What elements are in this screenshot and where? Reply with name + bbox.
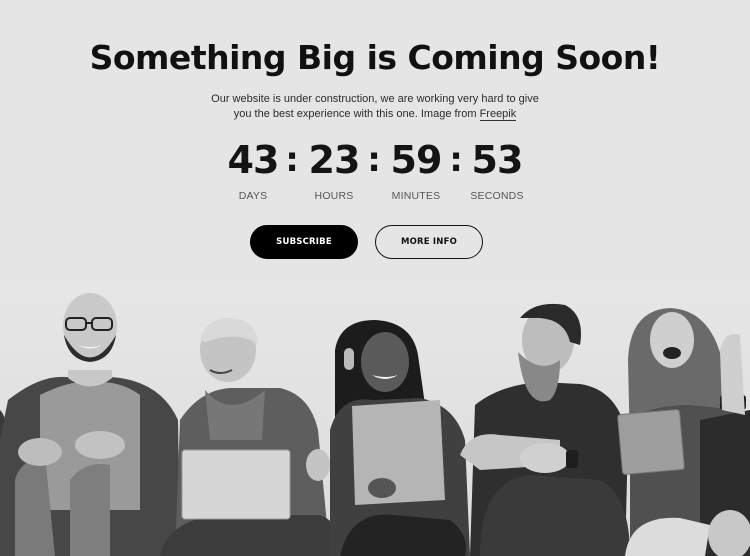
- hours-label: HOURS: [314, 190, 354, 202]
- days-label: DAYS: [238, 190, 268, 202]
- headphones: [344, 348, 354, 370]
- subtitle-line-1: Our website is under construction, we ar…: [211, 93, 539, 105]
- hero-subtitle: Our website is under construction, we ar…: [200, 92, 550, 122]
- seconds-label: SECONDS: [470, 190, 524, 202]
- freepik-link[interactable]: Freepik: [479, 108, 517, 121]
- seconds-value: 53: [471, 138, 524, 182]
- more-info-button[interactable]: MORE INFO: [375, 225, 483, 259]
- subtitle-line-2: you the best experience with this one. I…: [233, 108, 480, 120]
- laptop: [181, 449, 291, 520]
- person-woman-tablet: [617, 308, 750, 556]
- countdown-timer: 43 DAYS : 23 HOURS : 59 MINUTES : 53 SEC…: [0, 138, 750, 208]
- countdown-seconds: 53 SECONDS: [452, 138, 542, 202]
- subscribe-button[interactable]: SUBSCRIBE: [250, 225, 358, 259]
- page-title: Something Big is Coming Soon!: [89, 38, 661, 77]
- wristwatch: [566, 450, 578, 468]
- tablet: [617, 409, 685, 475]
- minutes-label: MINUTES: [391, 190, 441, 202]
- hero-photo: [0, 280, 750, 556]
